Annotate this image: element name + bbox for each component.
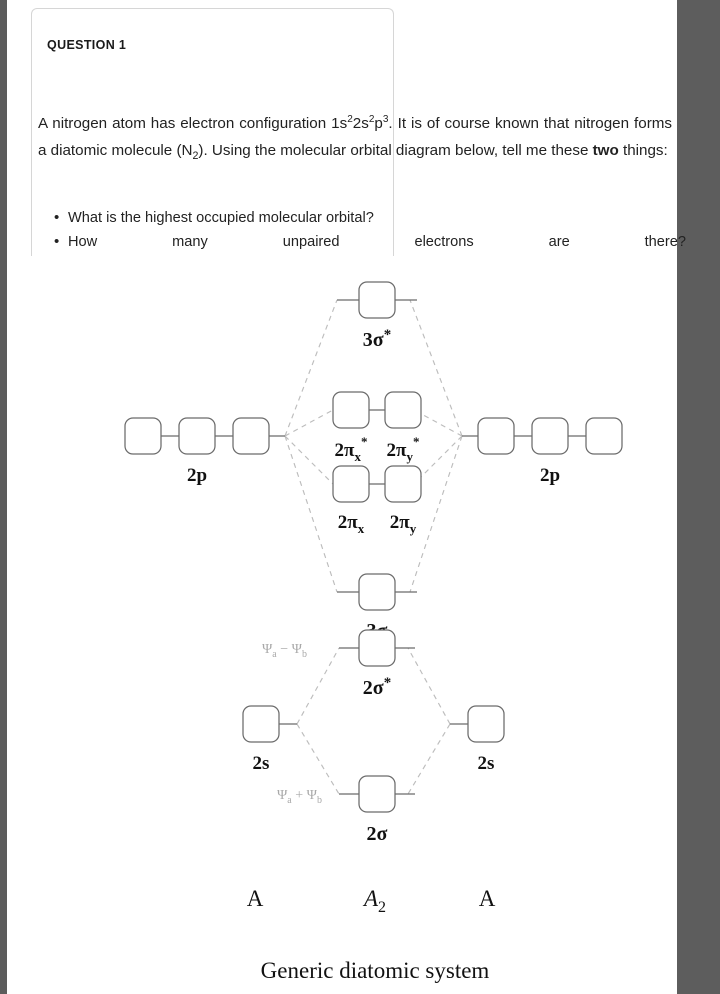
prompt-text-f: things: xyxy=(618,142,668,160)
molecular-orbital-diagram: 3σ* 2πx* 2πy* 2p 2p 2πx 2πy 2σ* Ψa − Ψb … xyxy=(7,262,677,994)
label-2sigma: 2σ xyxy=(367,823,388,845)
orbital-box-right-2p-3 xyxy=(585,417,623,455)
label-2pi-x: 2πx xyxy=(338,512,365,536)
label-right-2s: 2s xyxy=(478,753,495,774)
bullet-text-hom o: What is the highest occupied molecular o… xyxy=(68,210,374,226)
diagram-caption: Generic diatomic system xyxy=(261,958,490,983)
label-atom-right: A xyxy=(479,886,496,911)
document-page: QUESTION 1 A nitrogen atom has electron … xyxy=(7,0,686,994)
question-bullet-list: What is the highest occupied molecular o… xyxy=(38,207,686,256)
orbital-box-right-2s xyxy=(467,705,505,743)
orbital-box-left-2s xyxy=(242,705,280,743)
prompt-bold-two: two xyxy=(592,142,619,160)
orbital-box-2sigma xyxy=(358,775,396,813)
label-left-2s: 2s xyxy=(253,753,270,774)
orbital-box-2sigma-star xyxy=(358,629,396,667)
label-2pi-y-star: 2πy* xyxy=(387,434,420,464)
list-item: How many unpaired electrons are there? xyxy=(38,231,686,253)
prompt-text-c: p xyxy=(374,115,383,133)
label-3sigma-star: 3σ* xyxy=(363,327,391,351)
prompt-text-b: 2s xyxy=(352,115,369,133)
orbital-box-right-2p-2 xyxy=(531,417,569,455)
orbital-box-left-2p-3 xyxy=(232,417,270,455)
annotation-psi-plus: Ψa + Ψb xyxy=(277,788,322,806)
question-prompt-paragraph: A nitrogen atom has electron configurati… xyxy=(38,106,672,170)
label-molecule: A2 xyxy=(362,886,386,916)
annotation-psi-minus: Ψa − Ψb xyxy=(262,642,307,660)
orbital-box-right-2p-1 xyxy=(477,417,515,455)
orbital-box-2pi-x xyxy=(332,465,370,503)
right-dark-gutter xyxy=(677,0,720,994)
orbital-box-left-2p-2 xyxy=(178,417,216,455)
label-2pi-x-star: 2πx* xyxy=(335,434,368,464)
question-number-heading: QUESTION 1 xyxy=(47,38,127,52)
orbital-box-left-2p-1 xyxy=(124,417,162,455)
list-item: What is the highest occupied molecular o… xyxy=(38,207,686,229)
orbital-box-2pi-y-star xyxy=(384,391,422,429)
label-atom-left: A xyxy=(247,886,264,911)
label-right-2p: 2p xyxy=(540,465,560,486)
prompt-text-a: A nitrogen atom has electron configurati… xyxy=(38,115,348,133)
label-2sigma-star: 2σ* xyxy=(363,675,391,699)
left-dark-rail xyxy=(0,0,7,994)
orbital-box-3sigma-star xyxy=(358,281,396,319)
bullet-text-unpaired-electrons: How many unpaired electrons are there? xyxy=(68,234,686,250)
label-2pi-y: 2πy xyxy=(390,512,417,536)
orbital-box-3sigma xyxy=(358,573,396,611)
label-left-2p: 2p xyxy=(187,465,207,486)
orbital-box-2pi-y xyxy=(384,465,422,503)
orbital-box-2pi-x-star xyxy=(332,391,370,429)
prompt-text-e: ). Using the molecular orbital diagram b… xyxy=(198,142,593,160)
